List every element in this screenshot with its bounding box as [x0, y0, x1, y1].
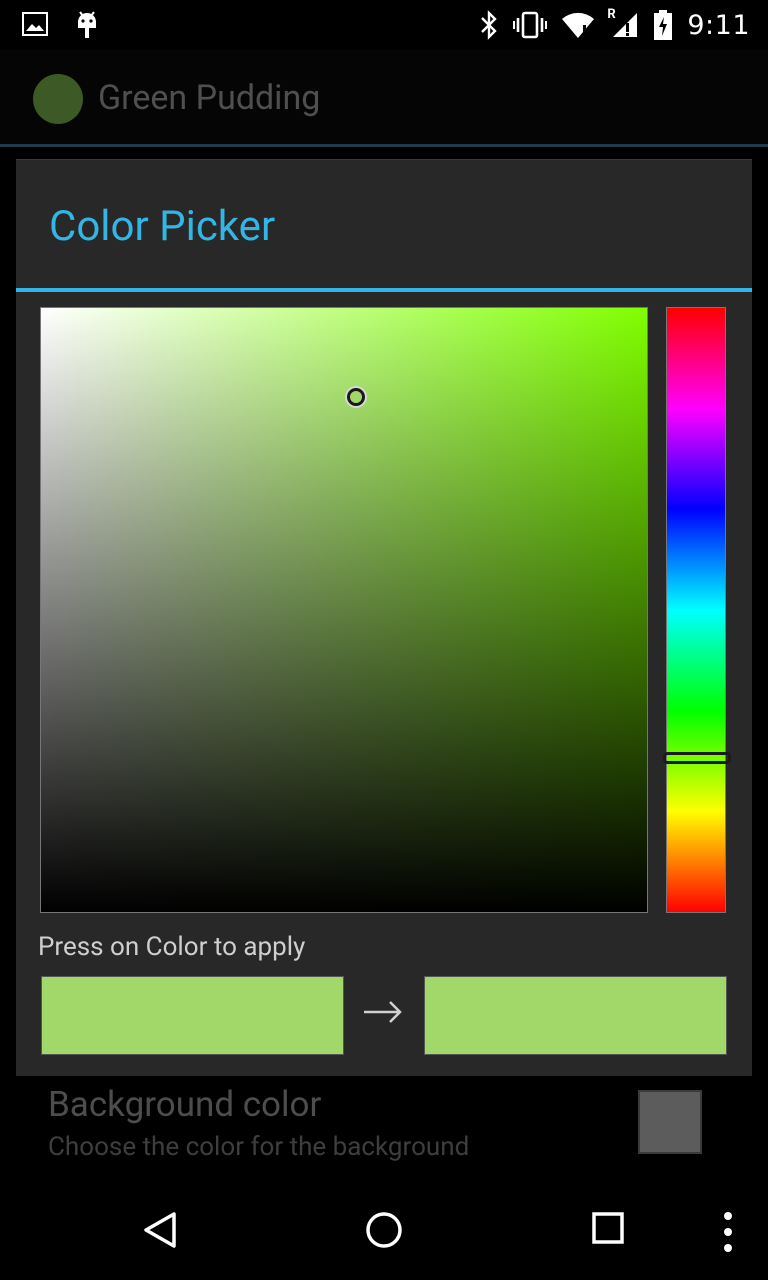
preference-color-swatch — [638, 1090, 702, 1154]
signal-icon: R — [607, 7, 639, 39]
hue-slider[interactable] — [663, 307, 731, 913]
gallery-icon — [22, 12, 48, 36]
apply-hint: Press on Color to apply — [38, 932, 306, 962]
app-bar: Green Pudding — [0, 50, 768, 147]
preference-title: Background color — [48, 1084, 322, 1125]
overflow-menu-button[interactable] — [718, 1210, 738, 1258]
saturation-value-cursor[interactable] — [347, 388, 365, 406]
android-debug-icon — [74, 8, 100, 40]
arrow-right-icon — [364, 1001, 402, 1023]
vibrate-icon — [513, 11, 548, 39]
app-title: Green Pudding — [98, 78, 321, 118]
new-color-swatch[interactable] — [424, 976, 727, 1055]
navigation-bar — [0, 1180, 768, 1280]
bluetooth-icon — [479, 10, 499, 40]
battery-icon — [653, 9, 673, 41]
recents-icon — [592, 1212, 624, 1244]
overflow-dots-icon — [724, 1212, 732, 1252]
home-button[interactable] — [364, 1210, 404, 1254]
dialog-title: Color Picker — [49, 202, 276, 251]
color-picker-dialog: Color Picker Press on Color to apply — [16, 159, 752, 1076]
saturation-value-picker[interactable] — [40, 307, 648, 913]
dialog-title-divider — [16, 288, 752, 292]
back-icon — [144, 1212, 176, 1248]
background-color-preference[interactable]: Background color Choose the color for th… — [0, 1080, 768, 1180]
status-bar: R 9:11 — [0, 0, 768, 50]
home-icon — [366, 1212, 402, 1248]
status-time: 9:11 — [687, 9, 750, 41]
preference-summary: Choose the color for the background — [48, 1132, 470, 1162]
recents-button[interactable] — [590, 1210, 626, 1250]
back-button[interactable] — [140, 1210, 180, 1254]
roaming-indicator: R — [607, 7, 616, 22]
old-color-swatch[interactable] — [41, 976, 344, 1055]
app-logo-icon — [33, 74, 83, 124]
hue-slider-handle[interactable] — [663, 752, 731, 764]
wifi-icon — [561, 11, 595, 39]
